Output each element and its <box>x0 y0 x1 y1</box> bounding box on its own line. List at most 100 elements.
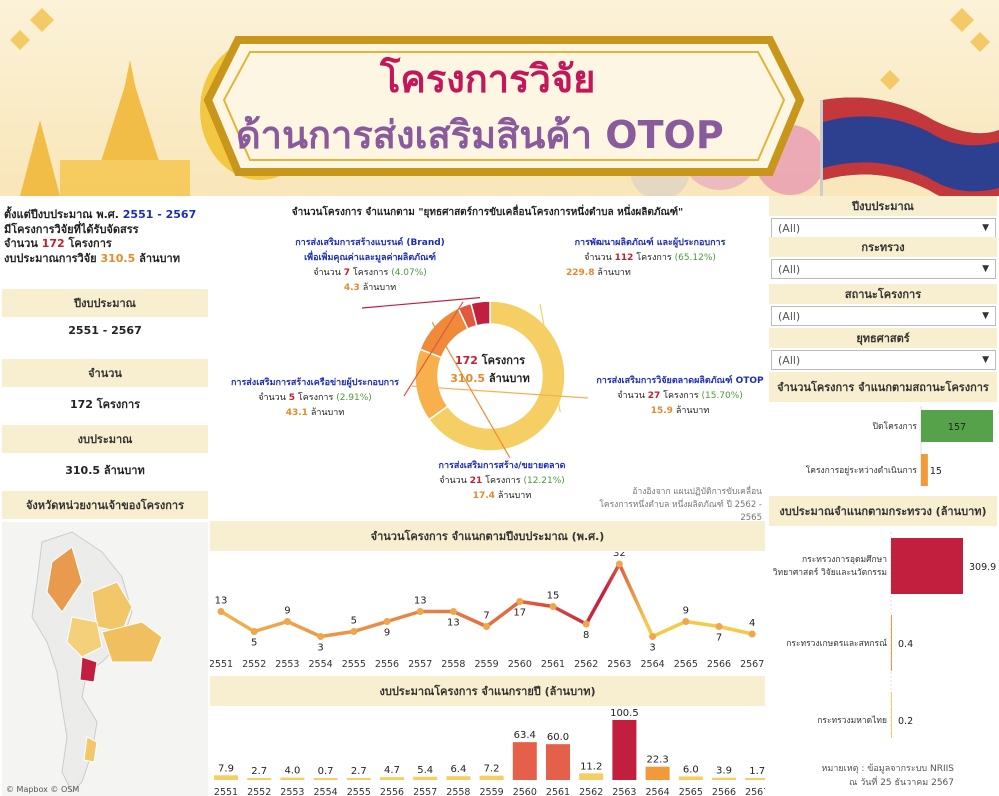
line-point[interactable] <box>283 618 291 625</box>
budget-bar[interactable] <box>446 776 471 780</box>
bar-value-label: 0.7 <box>318 766 334 777</box>
line-value-label: 13 <box>215 596 228 607</box>
line-x-tick: 2555 <box>342 659 366 670</box>
budget-bar[interactable] <box>645 766 670 780</box>
ministry-budget-bar-chart[interactable]: กระทรวงการอุดมศึกษาวิทยาศาสตร์ วิจัยและน… <box>769 528 997 738</box>
line-x-tick: 2560 <box>508 659 532 670</box>
thailand-map-shape <box>31 531 163 793</box>
line-x-tick: 2554 <box>309 659 333 670</box>
segment-count: 27 <box>647 391 661 401</box>
budget-bar[interactable] <box>479 775 504 780</box>
summary-line1-prefix: ตั้งแต่ปีงบประมาณ พ.ศ. <box>4 208 119 221</box>
budget-suffix: ล้านบาท <box>362 283 397 293</box>
line-value-label: 13 <box>414 596 427 607</box>
filter-strategy-dropdown[interactable]: (All) ▼ <box>771 350 996 370</box>
segment-count: 7 <box>343 268 351 278</box>
line-point[interactable] <box>350 628 358 635</box>
bar-value-label: 7.9 <box>218 763 234 774</box>
ministry-value: 0.2 <box>898 716 913 727</box>
line-point[interactable] <box>516 598 524 605</box>
line-point[interactable] <box>217 608 225 615</box>
bar-x-tick: 2558 <box>446 787 470 796</box>
donut-source-note: อ้างอิงจาก แผนปฏิบัติการขับเคลื่อน โครงก… <box>580 486 762 525</box>
segment-pct: (4.07%) <box>391 268 427 278</box>
filter-strategy-label: ยุทธศาสตร์ <box>769 328 997 348</box>
budget-bar[interactable] <box>346 778 371 780</box>
line-point[interactable] <box>250 628 258 635</box>
line-point[interactable] <box>615 560 623 568</box>
budget-bar[interactable] <box>678 776 703 780</box>
filter-status-dropdown[interactable]: (All) ▼ <box>771 306 996 326</box>
budget-bar[interactable] <box>512 742 537 780</box>
chevron-down-icon: ▼ <box>982 311 989 321</box>
line-point[interactable] <box>582 620 590 628</box>
line-point[interactable] <box>449 608 457 615</box>
line-x-tick: 2562 <box>574 659 598 670</box>
budget-bar[interactable] <box>712 777 736 780</box>
summary-budget: 310.5 <box>100 251 136 265</box>
line-point[interactable] <box>383 618 391 625</box>
ministry-label: กระทรวงมหาดไทย <box>817 715 887 726</box>
ministry-bar[interactable] <box>891 692 892 738</box>
ministry-value: 309.9 <box>969 562 996 573</box>
segment-label: การส่งเสริมการสร้างเครือข่ายผู้ประกอบการ <box>230 378 400 388</box>
line-x-tick: 2551 <box>210 659 233 670</box>
line-value-label: 13 <box>447 618 460 629</box>
province-map[interactable]: © Mapbox © OSM <box>2 522 208 796</box>
line-point[interactable] <box>649 633 657 640</box>
budget-bar[interactable] <box>214 775 238 780</box>
budget-bar[interactable] <box>413 776 438 780</box>
ministry-value: 0.4 <box>898 639 913 650</box>
ministry-bar[interactable] <box>891 615 892 671</box>
banner-title-line2: ด้านการส่งเสริมสินค้า OTOP <box>236 113 724 157</box>
source-line1: อ้างอิงจาก แผนปฏิบัติการขับเคลื่อน <box>632 487 762 497</box>
line-point[interactable] <box>682 618 690 625</box>
bar-value-label: 2.7 <box>251 766 267 777</box>
line-point[interactable] <box>549 603 557 610</box>
budget-bar[interactable] <box>745 778 765 780</box>
line-point[interactable] <box>748 630 756 638</box>
bar-value-label: 11.2 <box>580 761 602 772</box>
bar-value-label: 7.2 <box>484 764 500 775</box>
donut-annotation-market-research: การส่งเสริมการวิจัยตลาดผลิตภัณฑ์ OTOP จำ… <box>594 374 766 419</box>
budget-bar[interactable] <box>313 778 338 780</box>
donut-center: 172 โครงการ 310.5 ล้านบาท <box>440 352 540 388</box>
yearly-budget-bar-chart[interactable]: 7.9 2551 2.7 2552 4.0 2553 0.7 2554 2.7 2555 4.7 25… <box>210 706 765 796</box>
bar-x-tick: 2562 <box>579 787 603 796</box>
bar-x-tick: 2565 <box>679 787 703 796</box>
summary-line2: มีโครงการวิจัยที่ได้รับจัดสรร <box>4 222 139 236</box>
budget-bar[interactable] <box>380 777 404 780</box>
status-bar[interactable] <box>921 454 928 486</box>
budget-bar[interactable] <box>546 744 570 780</box>
footnote: หมายเหตุ : ข้อมูลจากระบบ NRIIS ณ วันที่ … <box>764 762 954 790</box>
budget-bar[interactable] <box>247 778 272 780</box>
summary-line4-suffix: ล้านบาท <box>139 251 180 265</box>
line-x-tick: 2566 <box>707 659 731 670</box>
status-chart-title: จำนวนโครงการ จำแนกตามสถานะโครงการ <box>769 372 997 402</box>
donut-annotation-network: การส่งเสริมการสร้างเครือข่ายผู้ประกอบการ… <box>220 376 410 421</box>
segment-budget: 43.1 <box>285 408 308 418</box>
filter-ministry-dropdown[interactable]: (All) ▼ <box>771 259 996 279</box>
line-point[interactable] <box>416 608 424 615</box>
line-x-tick: 2563 <box>607 659 631 670</box>
status-bar-chart[interactable]: ปิดโครงการ 157 โครงการอยู่ระหว่างดำเนินการ… <box>769 402 997 490</box>
line-point[interactable] <box>317 633 325 640</box>
chevron-down-icon: ▼ <box>982 264 989 274</box>
budget-bar[interactable] <box>579 773 604 780</box>
kpi-year-value: 2551 - 2567 <box>68 324 142 337</box>
count-suffix: โครงการ <box>297 393 334 403</box>
segment-budget: 15.9 <box>650 406 673 416</box>
segment-label: การส่งเสริมการวิจัยตลาดผลิตภัณฑ์ OTOP <box>596 376 764 386</box>
ministry-bar[interactable] <box>891 538 963 594</box>
chevron-down-icon: ▼ <box>982 223 989 233</box>
line-value-label: 5 <box>251 638 257 649</box>
kpi-budget-value: 310.5 ล้านบาท <box>65 464 145 477</box>
segment-pct: (2.91%) <box>336 393 372 403</box>
yearly-count-line-chart[interactable]: 13 2551 5 2552 9 2553 3 2554 5 2555 9 2556 13 2557 13 2… <box>210 552 765 674</box>
segment-pct: (15.70%) <box>701 391 743 401</box>
filter-year-dropdown[interactable]: (All) ▼ <box>771 218 996 238</box>
budget-bar[interactable] <box>280 777 305 780</box>
budget-bar[interactable] <box>612 720 637 780</box>
line-point[interactable] <box>483 623 491 630</box>
line-point[interactable] <box>715 623 723 630</box>
